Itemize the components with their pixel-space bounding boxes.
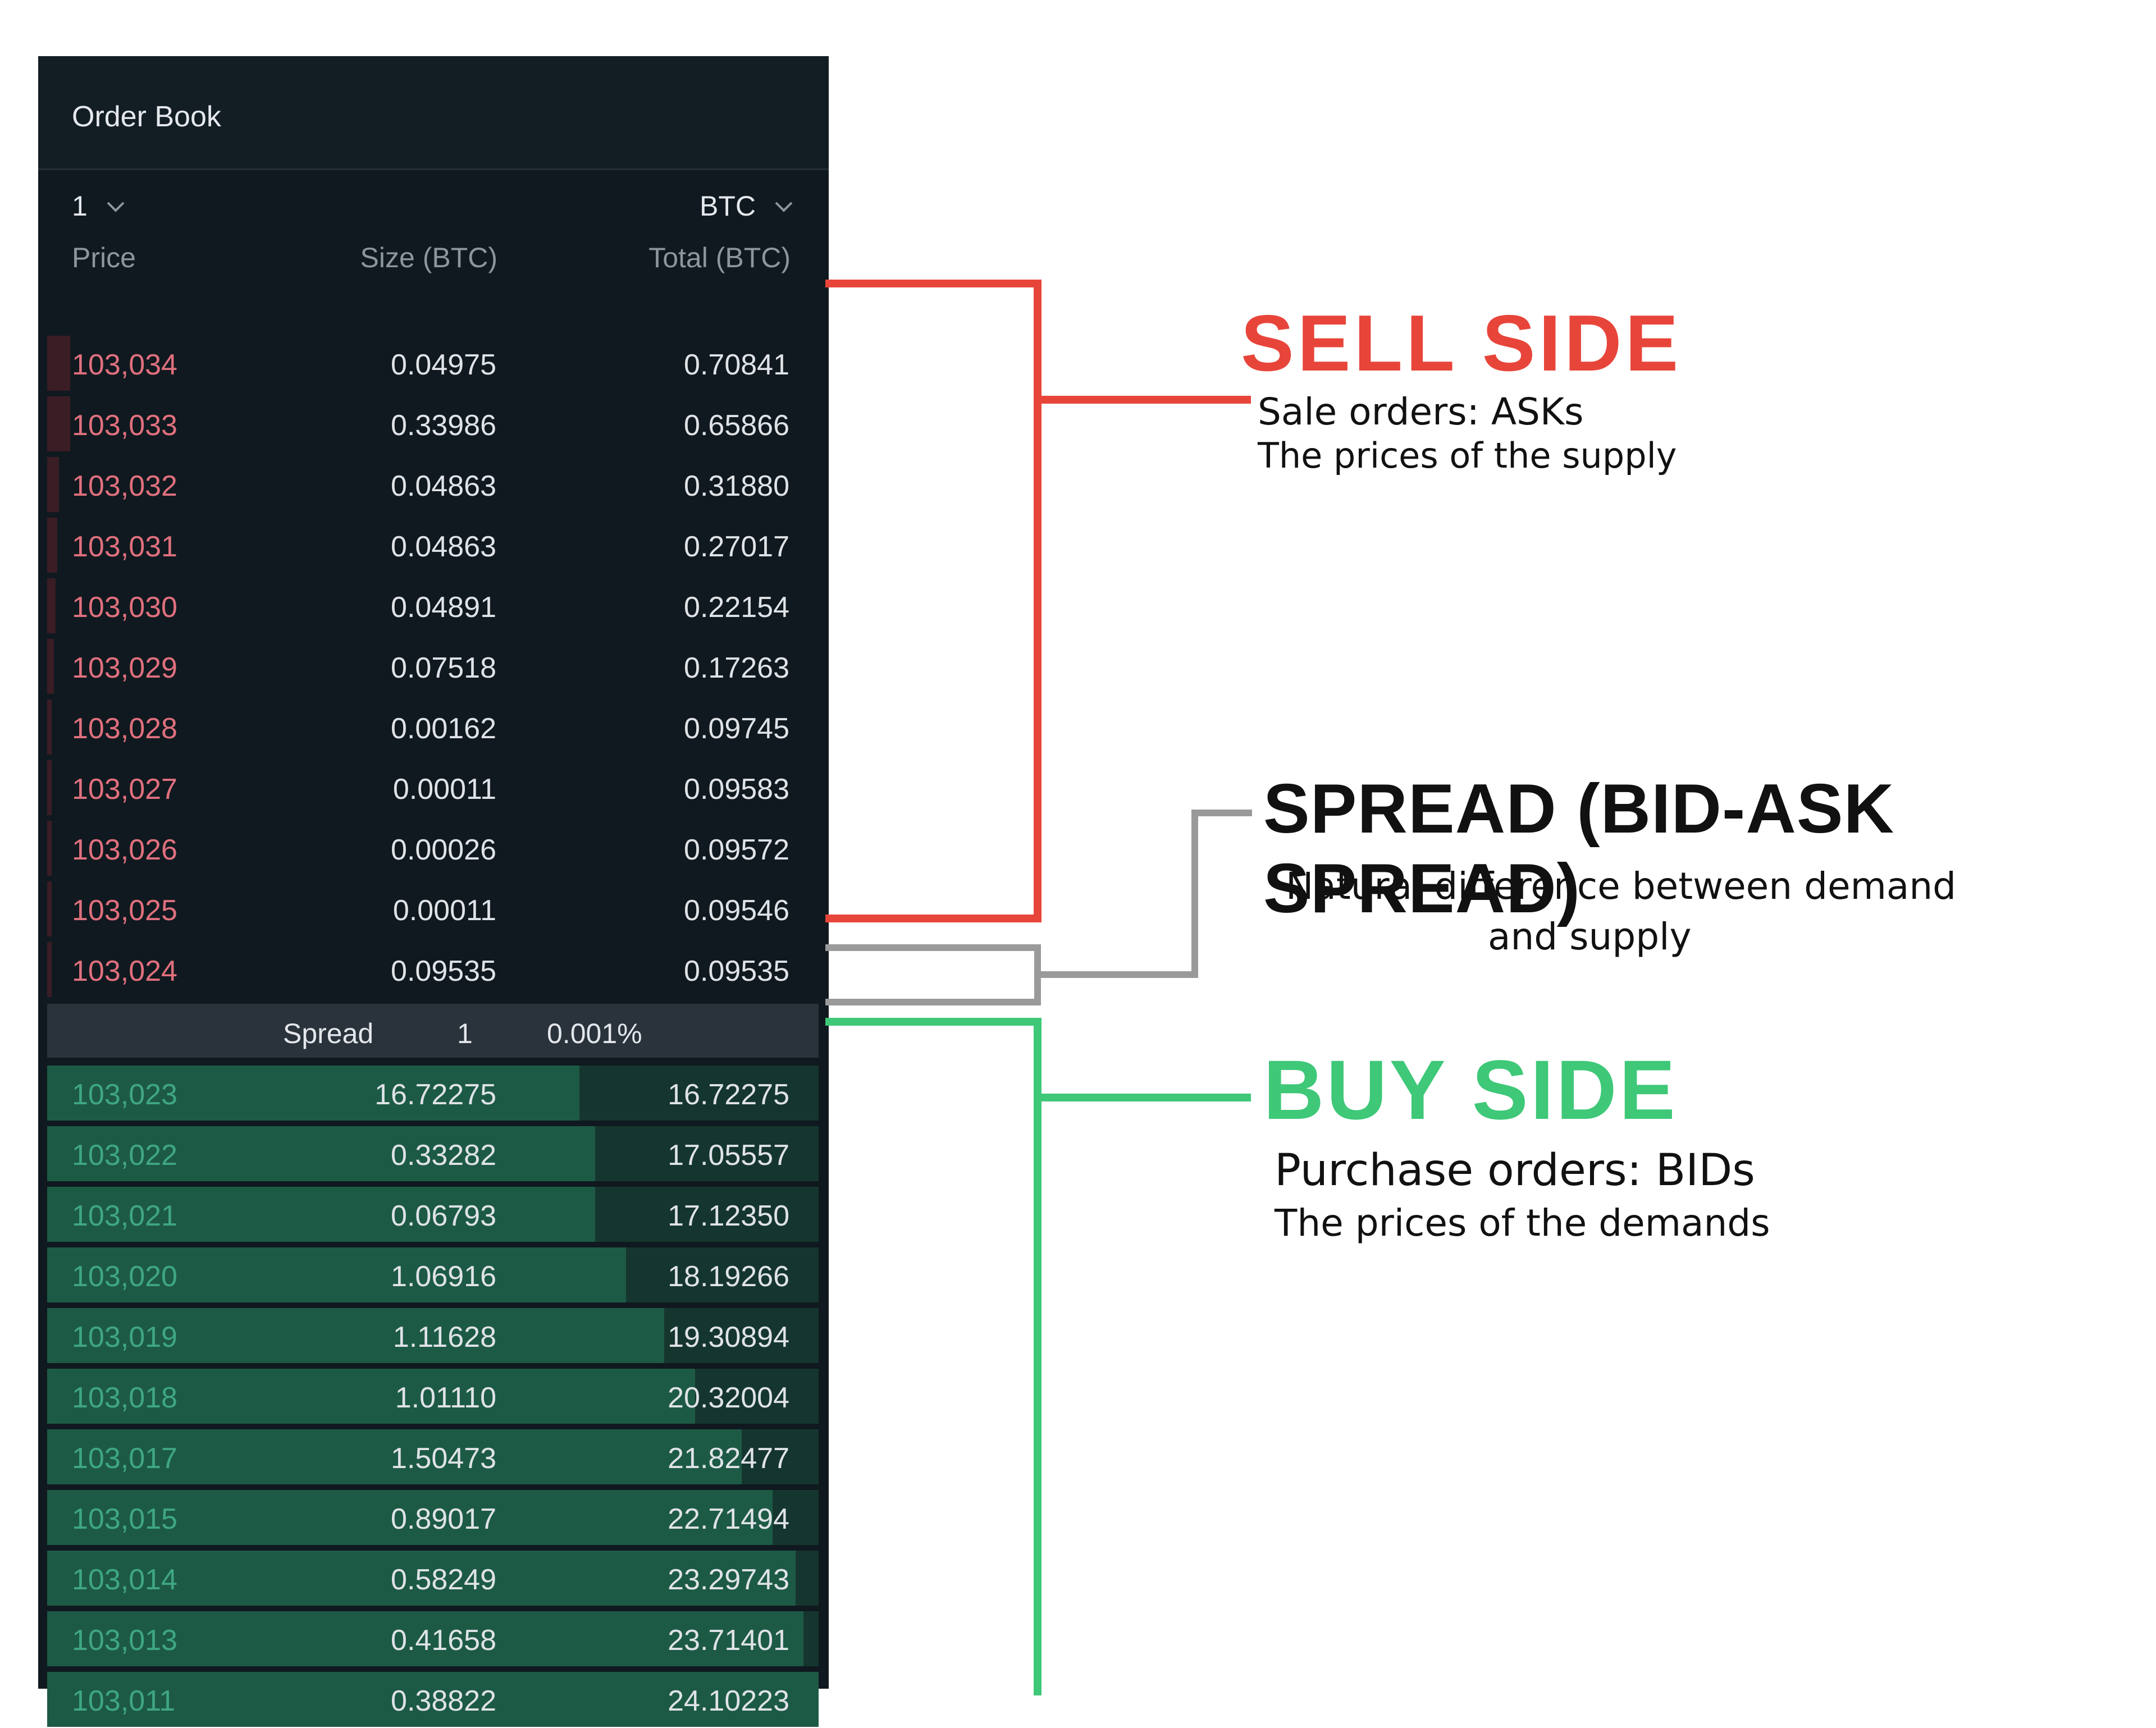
sell-side-title: SELL SIDE: [1241, 299, 1682, 388]
buy-side-line2: The prices of the demands: [1275, 1201, 1770, 1245]
spread-line1: Natural difference between demand: [1286, 865, 1957, 908]
spread-bracket: [825, 944, 1041, 1005]
buy-bracket: [825, 1018, 1042, 1695]
sell-side-line1: Sale orders: ASKs: [1258, 390, 1584, 433]
sell-bracket: [825, 280, 1042, 922]
sell-side-line2: The prices of the supply: [1258, 435, 1677, 476]
buy-side-line1: Purchase orders: BIDs: [1275, 1145, 1755, 1196]
buy-side-title: BUY SIDE: [1263, 1043, 1678, 1137]
spread-pointer: [1038, 810, 1252, 978]
spread-line2: and supply: [1488, 915, 1692, 958]
